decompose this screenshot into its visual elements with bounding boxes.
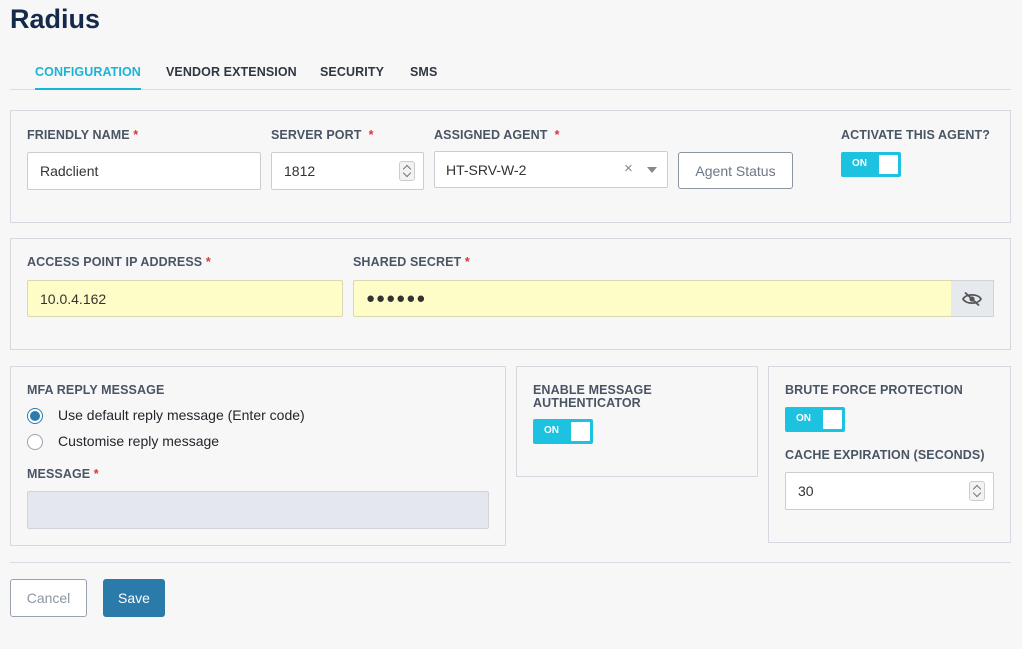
toggle-secret-visibility-button[interactable]: [951, 280, 994, 317]
tab-configuration[interactable]: CONFIGURATION: [35, 65, 141, 90]
agent-status-button[interactable]: Agent Status: [678, 152, 793, 189]
radio-default-reply-label[interactable]: Use default reply message (Enter code): [58, 407, 305, 423]
access-point-ip-input[interactable]: 10.0.4.162: [27, 280, 343, 317]
cache-expiration-stepper[interactable]: [969, 481, 985, 501]
friendly-name-input[interactable]: Radclient: [27, 152, 261, 190]
brute-force-toggle[interactable]: ON: [785, 407, 845, 432]
tab-security[interactable]: SECURITY: [320, 65, 384, 79]
brute-force-title: BRUTE FORCE PROTECTION: [785, 383, 963, 397]
radio-custom-reply[interactable]: [27, 434, 43, 450]
shared-secret-label: SHARED SECRET *: [353, 255, 470, 269]
tab-bar: CONFIGURATION VENDOR EXTENSION SECURITY …: [10, 56, 1011, 90]
assigned-agent-select[interactable]: HT-SRV-W-2: [434, 151, 668, 188]
message-authenticator-toggle[interactable]: ON: [533, 419, 593, 444]
radio-default-reply[interactable]: [27, 408, 43, 424]
server-port-label: SERVER PORT *: [271, 128, 374, 142]
friendly-name-label: FRIENDLY NAME *: [27, 128, 139, 142]
page-title: Radius: [10, 4, 101, 34]
assigned-agent-label: ASSIGNED AGENT *: [434, 128, 560, 142]
eye-slash-icon: [962, 291, 982, 306]
activate-agent-toggle[interactable]: ON: [841, 152, 901, 177]
mfa-reply-title: MFA REPLY MESSAGE: [27, 383, 165, 397]
footer-divider: [10, 562, 1011, 563]
cancel-button[interactable]: Cancel: [10, 579, 87, 617]
chevron-down-icon[interactable]: [647, 167, 657, 173]
message-label: MESSAGE *: [27, 467, 99, 481]
message-input: [27, 491, 489, 529]
activate-agent-label: ACTIVATE THIS AGENT?: [841, 128, 990, 142]
cache-expiration-input[interactable]: 30: [785, 472, 994, 510]
tab-vendor-extension[interactable]: VENDOR EXTENSION: [166, 65, 297, 79]
shared-secret-input[interactable]: ●●●●●●: [353, 280, 952, 317]
server-port-input[interactable]: 1812: [271, 152, 424, 190]
cache-expiration-label: CACHE EXPIRATION (SECONDS): [785, 448, 985, 462]
access-point-ip-label: ACCESS POINT IP ADDRESS *: [27, 255, 211, 269]
save-button[interactable]: Save: [103, 579, 165, 617]
tab-sms[interactable]: SMS: [410, 65, 437, 79]
radio-custom-reply-label[interactable]: Customise reply message: [58, 433, 219, 449]
clear-icon[interactable]: ×: [624, 160, 633, 177]
message-authenticator-title: ENABLE MESSAGE AUTHENTICATOR: [533, 383, 652, 410]
server-port-stepper[interactable]: [399, 161, 415, 181]
